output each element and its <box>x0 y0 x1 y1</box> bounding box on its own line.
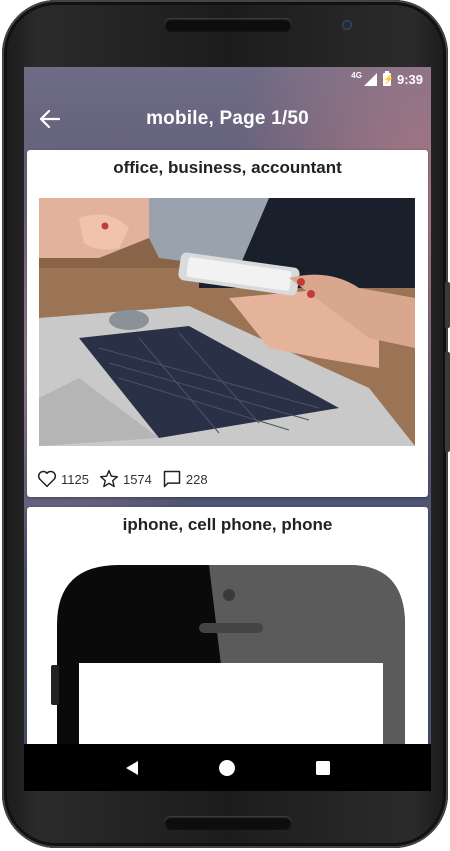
back-button[interactable] <box>36 105 64 133</box>
card-photo[interactable] <box>39 198 415 446</box>
nav-home-button[interactable] <box>212 753 242 783</box>
star-icon[interactable] <box>99 469 119 489</box>
network-label: 4G <box>351 70 362 80</box>
status-time: 9:39 <box>396 71 423 87</box>
power-button <box>445 352 450 452</box>
card-title: office, business, accountant <box>113 158 342 177</box>
status-bar: 4G 9:39 <box>24 67 431 91</box>
phone-frame: 4G 9:39 mobile, Page 1/50 office, busine… <box>2 0 450 848</box>
battery-icon <box>382 70 394 86</box>
nav-back-button[interactable] <box>117 753 147 783</box>
comments-count: 228 <box>185 471 208 487</box>
triangle-back-icon <box>125 760 138 775</box>
favorites-count: 1574 <box>122 471 152 487</box>
heart-icon[interactable] <box>37 469 57 489</box>
comment-icon[interactable] <box>162 469 182 489</box>
front-camera <box>342 20 352 30</box>
app-bar: mobile, Page 1/50 <box>24 91 431 147</box>
likes-count: 1125 <box>61 471 89 487</box>
photo-illustration <box>39 198 415 446</box>
speaker-grille-bottom <box>164 816 292 830</box>
screen: 4G 9:39 mobile, Page 1/50 office, busine… <box>24 67 431 791</box>
arrow-left-icon <box>40 110 60 128</box>
nav-bar <box>24 744 431 791</box>
nav-recents-button[interactable] <box>308 753 338 783</box>
image-card[interactable]: office, business, accountant 1125 1574 2… <box>27 150 428 497</box>
speaker-grille <box>164 18 292 32</box>
square-recents-icon <box>316 760 331 775</box>
card-stats: 1125 1574 228 <box>37 468 214 490</box>
signal-icon <box>363 72 377 86</box>
circle-home-icon <box>219 759 236 776</box>
volume-button <box>445 282 450 328</box>
card-title: iphone, cell phone, phone <box>122 515 333 534</box>
page-title: mobile, Page 1/50 <box>146 108 309 129</box>
